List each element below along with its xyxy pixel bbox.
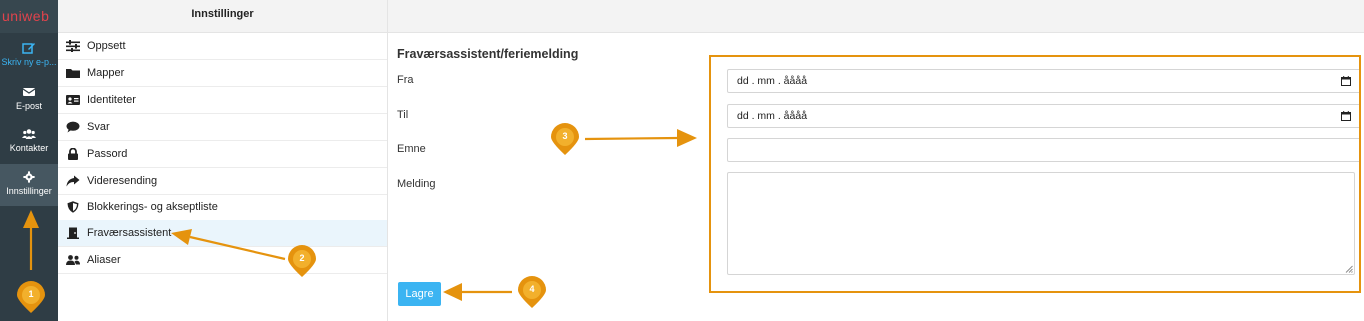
- contacts-icon: [22, 129, 36, 139]
- nav-item-compose[interactable]: Skriv ny e-p...: [0, 36, 58, 76]
- compose-icon: [22, 43, 35, 54]
- settings-item-label: Fraværsassistent: [87, 227, 172, 239]
- form-highlight-frame: [709, 55, 1361, 293]
- annotation-arrowhead-3: [677, 129, 697, 147]
- to-label: Til: [397, 109, 409, 121]
- brand-logo: uniweb: [0, 0, 58, 33]
- settings-item-label: Blokkerings- og akseptliste: [87, 201, 218, 213]
- subject-label: Emne: [397, 143, 426, 155]
- door-icon: [67, 227, 79, 239]
- svg-text:3: 3: [562, 131, 567, 141]
- annotation-arrowhead-4: [443, 283, 462, 301]
- nav-item-label: Skriv ny e-p...: [1, 57, 57, 67]
- message-label: Melding: [397, 178, 436, 190]
- forward-arrow-icon: [66, 175, 80, 187]
- nav-item-label: Kontakter: [9, 143, 49, 153]
- annotation-arrow-3: [584, 136, 679, 141]
- settings-item-passord[interactable]: Passord: [58, 141, 387, 168]
- settings-item-label: Videresending: [87, 175, 158, 187]
- annotation-marker-4: 4: [518, 276, 546, 308]
- settings-item-label: Passord: [87, 148, 128, 160]
- settings-item-svar[interactable]: Svar: [58, 114, 387, 141]
- settings-item-identiteter[interactable]: Identiteter: [58, 87, 387, 114]
- lock-icon: [68, 148, 78, 160]
- shield-icon: [67, 201, 79, 213]
- gear-icon: [23, 171, 35, 183]
- settings-item-mapper[interactable]: Mapper: [58, 60, 387, 87]
- speech-bubble-icon: [66, 121, 80, 133]
- nav-item-label: E-post: [15, 101, 42, 111]
- sliders-icon: [66, 40, 80, 52]
- settings-item-blokkeringsliste[interactable]: Blokkerings- og akseptliste: [58, 194, 387, 221]
- settings-item-oppsett[interactable]: Oppsett: [58, 33, 387, 60]
- settings-list-header: Innstillinger: [58, 0, 387, 33]
- from-label: Fra: [397, 74, 414, 86]
- svg-text:4: 4: [529, 284, 534, 294]
- settings-item-label: Oppsett: [87, 40, 126, 52]
- settings-list: Innstillinger Oppsett Mapper Identiteter…: [58, 0, 388, 321]
- nav-item-label: Innstillinger: [6, 186, 52, 196]
- content-header-bar: [388, 0, 1364, 33]
- settings-item-label: Aliaser: [87, 254, 121, 266]
- app-window: uniweb Skriv ny e-p... E-post Kontakter …: [0, 0, 1364, 321]
- envelope-icon: [22, 88, 36, 96]
- nav-item-email[interactable]: E-post: [0, 80, 58, 120]
- settings-item-label: Mapper: [87, 67, 125, 79]
- settings-item-aliaser[interactable]: Aliaser: [58, 247, 387, 274]
- settings-item-label: Svar: [87, 121, 110, 133]
- save-button[interactable]: Lagre: [398, 282, 441, 306]
- id-card-icon: [66, 95, 80, 105]
- settings-item-videresending[interactable]: Videresending: [58, 168, 387, 195]
- page-title: Fraværsassistent/feriemelding: [397, 47, 579, 61]
- folder-icon: [66, 69, 80, 78]
- users-icon: [66, 255, 80, 265]
- settings-item-label: Identiteter: [87, 94, 136, 106]
- settings-item-fravaersassistent[interactable]: Fraværsassistent: [58, 220, 387, 247]
- main-nav: uniweb Skriv ny e-p... E-post Kontakter …: [0, 0, 58, 321]
- nav-item-contacts[interactable]: Kontakter: [0, 124, 58, 164]
- annotation-marker-3: 3: [551, 123, 579, 155]
- nav-item-settings[interactable]: Innstillinger: [0, 164, 58, 206]
